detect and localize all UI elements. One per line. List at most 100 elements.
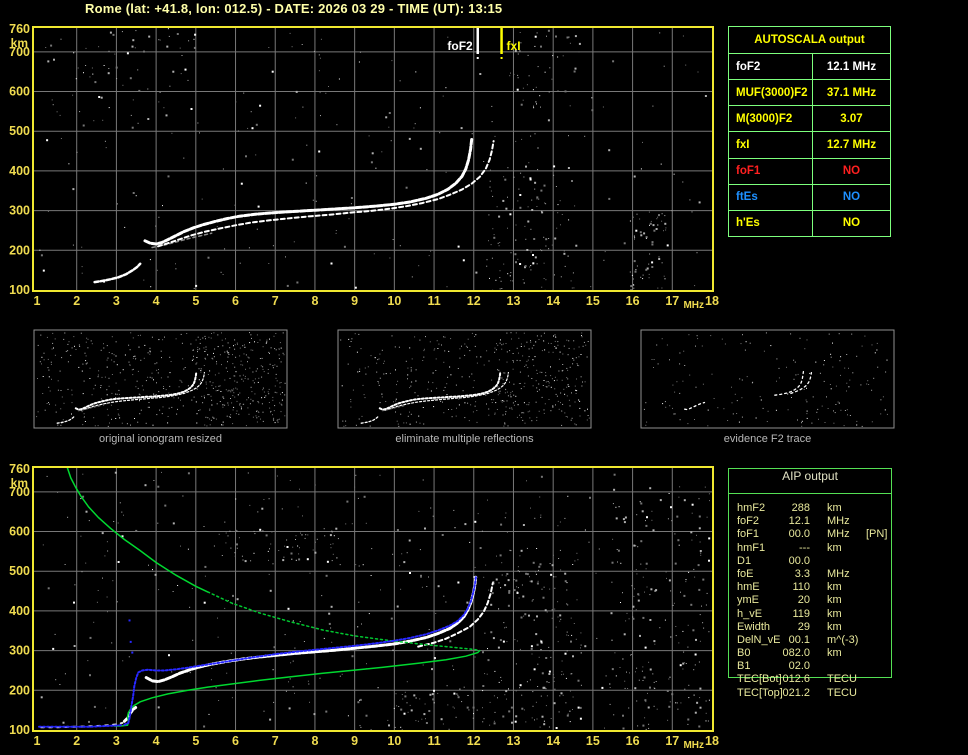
thumb-e-trace: [360, 415, 379, 424]
x-tick-label: 5: [192, 734, 199, 748]
aip-value: ---: [799, 541, 810, 554]
trace-dot: [128, 619, 131, 622]
aip-row-B1: B1 02.0: [728, 660, 913, 673]
aip-label: hmF1: [737, 541, 766, 554]
x-tick-label: 11: [427, 294, 440, 308]
thumbnail-caption-3: evidence F2 trace: [723, 433, 812, 445]
x-axis-unit: MHz: [683, 740, 704, 751]
page-title: Rome (lat: +41.8, lon: 012.5) - DATE: 20…: [85, 1, 503, 16]
x-tick-label: 10: [387, 734, 401, 748]
x-tick-label: 1: [34, 294, 41, 308]
aip-unit: TECU: [827, 686, 857, 699]
y-tick-label: 300: [9, 204, 30, 218]
x-tick-label: 18: [705, 294, 719, 308]
aip-row-D1: D1 00.0: [728, 555, 913, 568]
aip-unit: [810, 660, 866, 673]
y-tick-label: 400: [9, 604, 30, 618]
aip-label: foF2: [737, 515, 760, 528]
noise-dots: [51, 28, 195, 117]
autoscala-param-value: 12.1 MHz: [826, 60, 877, 73]
autoscala-row-foF2: foF2 12.1 MHz: [729, 53, 890, 80]
aip-value: 288: [791, 502, 810, 514]
y-tick-label: 760: [9, 462, 30, 476]
thumbnail-1: [33, 329, 288, 429]
thumb-fragment-o-trace: [774, 370, 805, 396]
aip-row-TEC[Bot]: TEC[Bot] 012.6 TECU: [728, 673, 913, 686]
autoscala-row-foF1: foF1 NO: [729, 157, 890, 184]
aip-row-Ewidth: Ewidth 29 km: [728, 621, 913, 634]
x-tick-label: 13: [507, 294, 521, 308]
noise-dots: [664, 486, 711, 725]
y-axis-unit: km: [11, 476, 28, 490]
noise-dots: [629, 211, 669, 292]
noise-dots: [482, 547, 582, 729]
trace-dot: [129, 640, 132, 643]
marker-dot-fxI: [500, 57, 503, 59]
x-tick-label: 16: [626, 734, 640, 748]
autoscala-param-label: foF1: [729, 158, 813, 184]
thumbnail-border: [33, 329, 288, 429]
x-tick-label: 12: [467, 734, 481, 748]
aip-label: DelN_vE: [737, 633, 781, 646]
thumbnail-caption-1: original ionogram resized: [99, 433, 222, 445]
top-ionogram: foF2 fxI760700600500400300200100km1 2 3 4 5 6 7…: [9, 22, 719, 311]
aip-table-rows: hmF2 288 km foF2 12.1 MHz foF1 00.0 MHz [PN] hmF1 -…: [728, 502, 913, 700]
aip-value: 29: [797, 620, 810, 633]
aip-label: B1: [737, 660, 751, 673]
aip-row-hmF2: hmF2 288 km: [728, 502, 913, 515]
x-tick-label: 8: [311, 734, 318, 748]
aip-unit: km: [827, 607, 842, 620]
plot-border: [32, 26, 714, 292]
e-trace: [93, 262, 142, 284]
y-tick-label: 600: [9, 525, 30, 539]
aip-value: 00.0: [788, 554, 810, 567]
marker-label-fxI: fxI: [507, 39, 521, 53]
x-tick-label: 16: [626, 294, 640, 308]
x-tick-label: 13: [507, 734, 521, 748]
x-tick-label: 15: [586, 734, 600, 748]
thumbnail-caption-2: eliminate multiple reflections: [395, 433, 534, 445]
aip-unit: km: [827, 541, 842, 554]
aip-row-DelN_vE: DelN_vE 00.1 m^(-3): [728, 634, 913, 647]
aip-value: 00.1: [788, 633, 810, 646]
aip-unit: MHz: [827, 528, 850, 541]
y-tick-label: 100: [9, 283, 30, 297]
aip-label: ymE: [737, 594, 759, 607]
autoscala-row-ftEs: ftEs NO: [729, 183, 890, 210]
autoscala-param-label: fxI: [729, 132, 813, 158]
aip-row-h_vE: h_vE 119 km: [728, 608, 913, 621]
x-tick-label: 12: [467, 294, 481, 308]
aip-unit: km: [827, 620, 842, 633]
x-tick-label: 1: [34, 734, 41, 748]
x-tick-label: 3: [113, 734, 120, 748]
autoscala-table: AUTOSCALA output foF2 12.1 MHz MUF(3000)F2…: [728, 26, 891, 237]
autoscala-param-value: NO: [842, 217, 861, 230]
aip-label: h_vE: [737, 607, 763, 620]
autoscala-param-label: h'Es: [729, 210, 813, 236]
autoscala-param-label: M(3000)F2: [729, 106, 813, 132]
noise-dots: [514, 29, 577, 109]
x-axis-unit: MHz: [683, 300, 704, 311]
x-tick-label: 3: [113, 294, 120, 308]
aip-row-hmF1: hmF1 --- km: [728, 542, 913, 555]
aip-unit: TECU: [827, 673, 857, 686]
trace-dot: [131, 651, 134, 654]
autoscala-row-M(3000)F2: M(3000)F2 3.07: [729, 105, 890, 132]
aip-row-hmE: hmE 110 km: [728, 581, 913, 594]
aip-unit: MHz: [827, 567, 850, 580]
aip-label: hmE: [737, 581, 760, 594]
aip-row-TEC[Top]: TEC[Top] 021.2 TECU: [728, 687, 913, 700]
aip-label: hmF2: [737, 502, 766, 514]
aip-label: TEC[Top]: [737, 686, 783, 699]
x-tick-label: 14: [546, 294, 560, 308]
x-tick-label: 17: [665, 734, 679, 748]
autoscala-row-h'Es: h'Es NO: [729, 209, 890, 236]
bottom-ionogram: 760700600500400300200100km1 2 3 4 5 6 7 8 9 10 11 1…: [9, 462, 719, 751]
aip-value: 20: [797, 594, 810, 607]
aip-extra: [PN]: [866, 528, 888, 541]
aip-label: D1: [737, 554, 752, 567]
autoscala-row-MUF(3000)F2: MUF(3000)F2 37.1 MHz: [729, 79, 890, 106]
aip-row-foF2: foF2 12.1 MHz: [728, 515, 913, 528]
y-tick-label: 500: [9, 564, 30, 578]
ionogram-app-window: { "title": "Rome (lat: +41.8, lon: 012.5…: [0, 0, 968, 755]
